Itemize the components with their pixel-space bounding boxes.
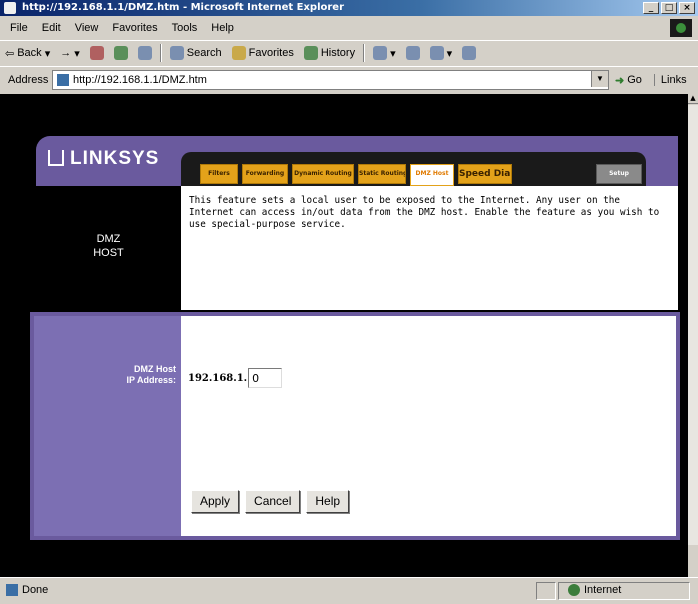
menu-file[interactable]: File — [0, 22, 35, 34]
chevron-down-icon[interactable]: ▾ — [74, 47, 80, 60]
menu-help[interactable]: Help — [204, 22, 241, 34]
chevron-down-icon[interactable]: ▾ — [45, 47, 51, 60]
maximize-button[interactable]: □ — [661, 2, 677, 14]
linksys-logo: LINKSYS — [48, 148, 159, 170]
links-button[interactable]: Links — [653, 74, 687, 86]
windows-logo-icon — [670, 19, 692, 37]
footer-band — [0, 540, 688, 577]
go-label: Go — [627, 74, 642, 86]
zone-label: Internet — [584, 584, 622, 596]
status-bar: Done Internet — [0, 577, 698, 604]
back-arrow-icon: ⇦ — [5, 47, 15, 60]
home-button[interactable] — [133, 46, 157, 60]
mail-button[interactable]: ▾ — [368, 46, 401, 60]
ip-prefix: 192.168.1. — [188, 372, 248, 384]
address-url: http://192.168.1.1/DMZ.htm — [73, 74, 207, 86]
page-icon — [57, 74, 69, 86]
chevron-down-icon[interactable]: ▾ — [447, 47, 453, 60]
section-header: DMZ HOST — [36, 186, 181, 310]
tab-speed-dial[interactable]: Speed Dial — [458, 164, 512, 184]
tab-filters[interactable]: Filters — [200, 164, 238, 184]
security-zone: Internet — [568, 584, 621, 596]
go-arrow-icon: ➜ — [615, 74, 625, 87]
print-icon — [405, 46, 420, 60]
cancel-button[interactable]: Cancel — [245, 490, 301, 513]
menu-edit[interactable]: Edit — [35, 22, 68, 34]
toolbar-separator — [159, 44, 162, 62]
page-viewport: LINKSYS Filters Forwarding Dynamic Routi… — [0, 94, 688, 577]
forward-button[interactable]: → ▾ — [55, 47, 85, 60]
scroll-track[interactable] — [688, 105, 698, 545]
section-title-line2: HOST — [93, 247, 124, 259]
home-icon — [137, 46, 152, 60]
field-label-line2: IP Address: — [126, 375, 176, 385]
vertical-scrollbar[interactable]: ▲ — [688, 94, 698, 577]
ie-window-icon — [4, 2, 16, 14]
toolbar-separator — [363, 44, 366, 62]
search-button[interactable]: Search — [165, 46, 227, 60]
dmz-ip-last-octet-input[interactable] — [248, 368, 283, 388]
logo-text: LINKSYS — [70, 148, 160, 169]
apply-button[interactable]: Apply — [191, 490, 240, 513]
go-button[interactable]: ➜ Go — [615, 74, 642, 87]
search-icon — [169, 46, 184, 60]
tab-dynamic-routing[interactable]: Dynamic Routing — [292, 164, 354, 184]
field-label-line1: DMZ Host — [134, 364, 176, 374]
favorites-button[interactable]: Favorites — [227, 46, 299, 60]
feature-description: This feature sets a local user to be exp… — [181, 186, 678, 310]
favorites-label: Favorites — [248, 47, 294, 59]
form-label-column — [34, 316, 181, 536]
menu-view[interactable]: View — [68, 22, 106, 34]
forward-arrow-icon: → — [60, 47, 72, 59]
address-dropdown-icon[interactable]: ▼ — [591, 71, 608, 87]
menu-tools[interactable]: Tools — [165, 22, 205, 34]
back-label: Back — [17, 47, 42, 59]
edit-button[interactable]: ▾ — [425, 46, 458, 60]
status-label: Done — [22, 584, 49, 596]
chevron-down-icon[interactable]: ▾ — [390, 47, 396, 60]
address-label: Address — [8, 74, 49, 86]
back-button[interactable]: ⇦ Back ▾ — [0, 47, 55, 60]
discuss-button[interactable] — [457, 46, 481, 60]
window-controls: _ □ × — [643, 2, 695, 14]
standard-toolbar: ⇦ Back ▾ → ▾ Search Favorites History ▾ … — [0, 40, 698, 65]
edit-icon — [429, 46, 444, 60]
stop-icon — [89, 46, 104, 60]
globe-icon — [568, 584, 580, 596]
tab-static-routing[interactable]: Static Routing — [358, 164, 406, 184]
stop-button[interactable] — [85, 46, 109, 60]
history-icon — [303, 46, 318, 60]
menu-favorites[interactable]: Favorites — [105, 22, 164, 34]
favorites-icon — [231, 46, 246, 60]
help-button[interactable]: Help — [306, 490, 350, 513]
status-text: Done — [6, 584, 48, 596]
dmz-ip-row: 192.168.1. — [188, 368, 283, 388]
dmz-host-ip-label: DMZ Host IP Address: — [34, 364, 176, 386]
mail-icon — [373, 46, 388, 60]
history-label: History — [320, 47, 356, 59]
section-title-line1: DMZ — [96, 233, 121, 245]
tab-forwarding[interactable]: Forwarding — [242, 164, 288, 184]
close-button[interactable]: × — [679, 2, 695, 14]
linksys-mark-icon — [48, 150, 64, 166]
tab-setup[interactable]: Setup — [596, 164, 642, 184]
refresh-icon — [113, 46, 128, 60]
menu-bar: File Edit View Favorites Tools Help — [0, 18, 698, 38]
window-title: http://192.168.1.1/DMZ.htm - Microsoft I… — [22, 2, 345, 13]
form-buttons: Apply Cancel Help — [191, 490, 350, 513]
print-button[interactable] — [401, 46, 425, 60]
address-bar: Address http://192.168.1.1/DMZ.htm ▼ ➜ G… — [0, 66, 698, 93]
address-input[interactable]: http://192.168.1.1/DMZ.htm ▼ — [52, 70, 609, 90]
history-button[interactable]: History — [299, 46, 360, 60]
status-panel — [536, 582, 556, 600]
tab-dmz-host[interactable]: DMZ Host — [410, 164, 454, 186]
page-done-icon — [6, 584, 18, 596]
window-title-bar[interactable]: http://192.168.1.1/DMZ.htm - Microsoft I… — [0, 0, 698, 16]
refresh-button[interactable] — [109, 46, 133, 60]
minimize-button[interactable]: _ — [643, 2, 659, 14]
discuss-icon — [462, 46, 477, 60]
section-title: DMZ HOST — [36, 232, 181, 260]
search-label: Search — [186, 47, 222, 59]
scroll-up-icon[interactable]: ▲ — [688, 94, 698, 104]
